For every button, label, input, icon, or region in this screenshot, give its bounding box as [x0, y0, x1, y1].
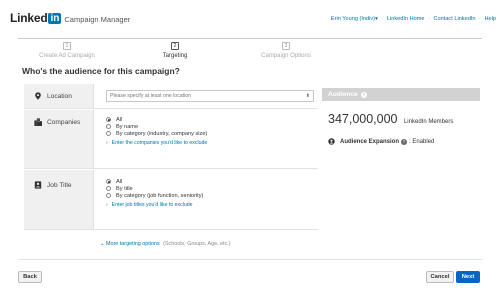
user-menu-caret-icon[interactable]: ▾: [375, 16, 378, 22]
job-title-option-by-category[interactable]: By category (job function, seniority): [106, 192, 318, 199]
location-select[interactable]: Please specify at least one location ⬍: [106, 90, 314, 102]
audience-expansion-label: Audience Expansion: [340, 138, 400, 145]
audience-count-number: 347,000,000: [328, 112, 398, 126]
companies-label-cell: Companies: [24, 110, 94, 168]
option-label: By title: [116, 185, 133, 192]
user-menu[interactable]: Erin Young (Indiv): [331, 16, 375, 22]
link-separator: ·: [428, 16, 430, 22]
audience-count: 347,000,000 LinkedIn Members: [322, 110, 480, 128]
logo-in-badge: in: [48, 12, 62, 24]
product-name: Campaign Manager: [64, 14, 131, 24]
audience-count-unit: LinkedIn Members: [403, 119, 454, 125]
location-content: Please specify at least one location ⬍: [106, 84, 318, 108]
link-separator: ·: [381, 16, 384, 22]
location-label-text: Location: [47, 92, 72, 100]
help-icon[interactable]: ?: [401, 138, 408, 145]
step-number: 2: [171, 42, 179, 50]
job-title-option-by-title[interactable]: By title: [106, 185, 318, 192]
radio-checked-icon[interactable]: [106, 179, 111, 184]
building-icon: [34, 118, 42, 126]
help-icon[interactable]: ?: [360, 91, 367, 98]
link-separator: ·: [479, 16, 481, 22]
audience-expansion: Audience Expansion ? : Enabled: [322, 138, 480, 145]
targeting-panel: Location Please specify at least one loc…: [24, 84, 318, 230]
step-label: Targeting: [162, 53, 188, 59]
location-label-cell: Location: [24, 84, 94, 108]
option-label: All: [116, 178, 123, 185]
progress-steps: 1 Create Ad Campaign 2 Targeting 3 Campa…: [0, 32, 500, 59]
companies-label-text: Companies: [47, 118, 81, 126]
location-placeholder: Please specify at least one location: [110, 93, 192, 99]
companies-option-by-category[interactable]: By category (industry, company size): [106, 130, 318, 137]
job-title-content: All By title By category (job function, …: [106, 170, 318, 229]
companies-row: Companies All By name By category (indus…: [24, 110, 318, 169]
job-title-exclude-link[interactable]: › Enter job titles you'd like to exclude: [106, 202, 318, 208]
exclude-link-text: Enter the companies you'd like to exclud…: [111, 140, 208, 146]
next-button[interactable]: Next: [456, 271, 480, 283]
step-targeting: 2 Targeting: [120, 32, 230, 59]
step-number: 3: [282, 42, 290, 50]
radio-icon[interactable]: [106, 193, 111, 198]
logo-wordmark: Linked: [10, 11, 48, 25]
step-campaign-options[interactable]: 3 Campaign Options: [231, 32, 341, 59]
link-help[interactable]: Help: [484, 16, 496, 22]
chevron-right-icon: ›: [106, 140, 108, 146]
audience-expansion-value: : Enabled: [409, 138, 435, 145]
radio-checked-icon[interactable]: [106, 117, 111, 122]
id-card-icon: [34, 181, 42, 189]
location-label: Location: [34, 92, 72, 100]
audience-header: Audience ?: [322, 88, 480, 101]
page-title: Who's the audience for this campaign?: [22, 66, 180, 76]
audience-heading: Audience: [328, 91, 358, 98]
companies-label: Companies: [34, 118, 80, 126]
top-bar: Linked in Campaign Manager Erin Young (I…: [0, 0, 500, 30]
job-title-option-all[interactable]: All: [106, 178, 318, 185]
back-button[interactable]: Back: [18, 271, 42, 283]
option-label: By category (industry, company size): [116, 130, 208, 137]
step-create-ad-campaign[interactable]: 1 Create Ad Campaign: [12, 32, 122, 59]
map-pin-icon: [35, 92, 41, 100]
more-targeting-options: ⌄ More targeting options (Schools, Group…: [100, 241, 231, 247]
audience-summary: Audience ? 347,000,000 LinkedIn Members …: [322, 88, 480, 156]
option-label: All: [116, 116, 123, 123]
step-number: 1: [63, 42, 71, 50]
radio-icon[interactable]: [106, 124, 111, 129]
more-targeting-link[interactable]: ⌄ More targeting options: [100, 241, 160, 247]
companies-exclude-link[interactable]: › Enter the companies you'd like to excl…: [106, 140, 318, 146]
more-targeting-text: More targeting options: [106, 241, 160, 247]
companies-option-by-name[interactable]: By name: [106, 123, 318, 130]
companies-option-all[interactable]: All: [106, 116, 318, 123]
exclude-link-text: Enter job titles you'd like to exclude: [111, 202, 193, 208]
more-targeting-hint: (Schools, Groups, Age, etc.): [163, 241, 231, 247]
footer-divider: [18, 259, 482, 260]
select-arrow-icon: ⬍: [305, 93, 310, 99]
job-title-label: Job Title: [34, 181, 72, 189]
job-title-label-text: Job Title: [47, 181, 72, 189]
step-label: Create Ad Campaign: [39, 53, 95, 59]
linkedin-logo[interactable]: Linked in Campaign Manager: [10, 11, 130, 25]
option-label: By name: [116, 123, 139, 130]
person-icon: [328, 138, 335, 145]
location-row: Location Please specify at least one loc…: [24, 84, 318, 109]
link-linkedin-home[interactable]: LinkedIn Home: [387, 16, 425, 22]
option-label: By category (job function, seniority): [116, 192, 204, 199]
job-title-label-cell: Job Title: [24, 170, 94, 229]
radio-icon[interactable]: [106, 186, 111, 191]
link-contact-linkedin[interactable]: Contact LinkedIn: [434, 16, 476, 22]
chevron-right-icon: ›: [106, 202, 108, 208]
header-links: Erin Young (Indiv)▾ · LinkedIn Home · Co…: [331, 16, 496, 22]
radio-icon[interactable]: [106, 131, 111, 136]
cancel-button[interactable]: Cancel: [426, 271, 454, 283]
job-title-row: Job Title All By title By category (job …: [24, 170, 318, 230]
companies-content: All By name By category (industry, compa…: [106, 110, 318, 168]
step-label: Campaign Options: [261, 53, 311, 59]
